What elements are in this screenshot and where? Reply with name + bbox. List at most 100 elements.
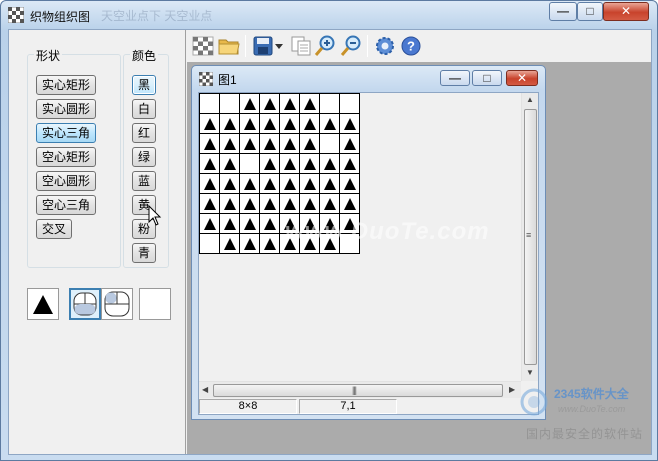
preview-pattern-b[interactable] bbox=[101, 288, 133, 320]
grid-cell[interactable] bbox=[299, 113, 320, 134]
triangle-mark bbox=[243, 237, 256, 250]
grid-cell[interactable] bbox=[319, 173, 340, 194]
grid-cell[interactable] bbox=[219, 153, 240, 174]
grid-cell[interactable] bbox=[339, 173, 360, 194]
shape-button-hollow-triangle[interactable]: 空心三角 bbox=[36, 195, 96, 215]
scroll-up-icon[interactable]: ▲ bbox=[526, 95, 534, 104]
grid-cell[interactable] bbox=[319, 193, 340, 214]
scroll-left-icon[interactable]: ◀ bbox=[202, 385, 208, 394]
preview-pattern-a[interactable] bbox=[69, 288, 101, 320]
grid-cell[interactable] bbox=[279, 153, 300, 174]
grid-cell[interactable] bbox=[219, 133, 240, 154]
grid-cell[interactable] bbox=[299, 173, 320, 194]
shape-button-solid-circle[interactable]: 实心圆形 bbox=[36, 99, 96, 119]
zoom-in-icon[interactable] bbox=[313, 35, 337, 57]
help-icon[interactable]: ? bbox=[399, 35, 423, 57]
grid-cell[interactable] bbox=[319, 153, 340, 174]
grid-cell[interactable] bbox=[199, 173, 220, 194]
title-bar[interactable]: 织物组织图 天空业点下 天空业点 — □ ✕ bbox=[1, 1, 657, 29]
color-button-blue[interactable]: 蓝 bbox=[132, 171, 156, 191]
grid-cell[interactable] bbox=[279, 133, 300, 154]
shape-button-hollow-rect[interactable]: 空心矩形 bbox=[36, 147, 96, 167]
shape-button-solid-rect[interactable]: 实心矩形 bbox=[36, 75, 96, 95]
grid-cell[interactable] bbox=[219, 233, 240, 254]
preview-empty[interactable] bbox=[139, 288, 171, 320]
save-icon[interactable] bbox=[251, 35, 275, 57]
grid-cell[interactable] bbox=[219, 173, 240, 194]
grid-cell[interactable] bbox=[319, 93, 340, 114]
child-close-button[interactable]: ✕ bbox=[506, 70, 538, 86]
shape-button-solid-triangle[interactable]: 实心三角 bbox=[36, 123, 96, 143]
grid-cell[interactable] bbox=[239, 193, 260, 214]
grid-cell[interactable] bbox=[199, 213, 220, 234]
color-button-black[interactable]: 黑 bbox=[132, 75, 156, 95]
settings-icon[interactable] bbox=[373, 35, 397, 57]
grid-cell[interactable] bbox=[259, 233, 280, 254]
copy-icon[interactable] bbox=[289, 35, 313, 57]
maximize-button[interactable]: □ bbox=[577, 2, 603, 21]
vertical-scrollbar[interactable]: ▲ ≡ ▼ bbox=[521, 93, 538, 381]
child-maximize-button[interactable]: □ bbox=[472, 70, 502, 86]
grid-cell[interactable] bbox=[199, 193, 220, 214]
grid-cell[interactable] bbox=[239, 133, 260, 154]
grid-cell[interactable] bbox=[339, 153, 360, 174]
grid-cell[interactable] bbox=[279, 93, 300, 114]
grid-cell[interactable] bbox=[259, 173, 280, 194]
horizontal-scroll-thumb[interactable]: ||| bbox=[213, 384, 503, 397]
grid-cell[interactable] bbox=[319, 133, 340, 154]
minimize-button[interactable]: — bbox=[549, 2, 577, 21]
vertical-scroll-thumb[interactable]: ≡ bbox=[524, 109, 537, 365]
grid-cell[interactable] bbox=[299, 133, 320, 154]
grid-cell[interactable] bbox=[219, 113, 240, 134]
grid-cell[interactable] bbox=[199, 113, 220, 134]
grid-cell[interactable] bbox=[279, 193, 300, 214]
grid-cell[interactable] bbox=[259, 153, 280, 174]
grid-cell[interactable] bbox=[219, 213, 240, 234]
grid-cell[interactable] bbox=[299, 193, 320, 214]
grid-cell[interactable] bbox=[259, 193, 280, 214]
grid-cell[interactable] bbox=[279, 173, 300, 194]
color-button-green[interactable]: 绿 bbox=[132, 147, 156, 167]
grid-cell[interactable] bbox=[199, 233, 220, 254]
scroll-down-icon[interactable]: ▼ bbox=[526, 368, 534, 377]
shape-button-cross[interactable]: 交叉 bbox=[36, 219, 72, 239]
grid-cell[interactable] bbox=[199, 93, 220, 114]
grid-cell[interactable] bbox=[339, 133, 360, 154]
grid-cell[interactable] bbox=[239, 113, 260, 134]
color-button-red[interactable]: 红 bbox=[132, 123, 156, 143]
checker-icon[interactable] bbox=[191, 35, 215, 57]
grid-cell[interactable] bbox=[199, 133, 220, 154]
grid-cell[interactable] bbox=[259, 213, 280, 234]
grid-cell[interactable] bbox=[279, 113, 300, 134]
color-button-cyan[interactable]: 青 bbox=[132, 243, 156, 263]
grid-cell[interactable] bbox=[339, 93, 360, 114]
triangle-mark bbox=[283, 157, 296, 170]
grid-cell[interactable] bbox=[319, 113, 340, 134]
triangle-mark bbox=[243, 217, 256, 230]
grid-cell[interactable] bbox=[239, 233, 260, 254]
grid-cell[interactable] bbox=[259, 93, 280, 114]
preview-triangle[interactable] bbox=[27, 288, 59, 320]
grid-cell[interactable] bbox=[199, 153, 220, 174]
dropdown-arrow-icon[interactable] bbox=[273, 35, 285, 57]
grid-cell[interactable] bbox=[299, 153, 320, 174]
grid-cell[interactable] bbox=[259, 113, 280, 134]
grid-cell[interactable] bbox=[339, 193, 360, 214]
grid-cell[interactable] bbox=[259, 133, 280, 154]
close-button[interactable]: ✕ bbox=[603, 2, 649, 21]
grid-cell[interactable] bbox=[339, 113, 360, 134]
grid-cell[interactable] bbox=[299, 93, 320, 114]
child-minimize-button[interactable]: — bbox=[440, 70, 470, 86]
grid-cell[interactable] bbox=[239, 153, 260, 174]
zoom-out-icon[interactable] bbox=[339, 35, 363, 57]
grid-cell[interactable] bbox=[239, 173, 260, 194]
horizontal-scrollbar[interactable]: ◀ ||| ▶ bbox=[199, 381, 521, 398]
grid-cell[interactable] bbox=[239, 93, 260, 114]
color-button-white[interactable]: 白 bbox=[132, 99, 156, 119]
grid-cell[interactable] bbox=[239, 213, 260, 234]
shape-button-hollow-circle[interactable]: 空心圆形 bbox=[36, 171, 96, 191]
grid-cell[interactable] bbox=[219, 193, 240, 214]
scroll-right-icon[interactable]: ▶ bbox=[509, 385, 515, 394]
grid-cell[interactable] bbox=[219, 93, 240, 114]
open-folder-icon[interactable] bbox=[217, 35, 241, 57]
